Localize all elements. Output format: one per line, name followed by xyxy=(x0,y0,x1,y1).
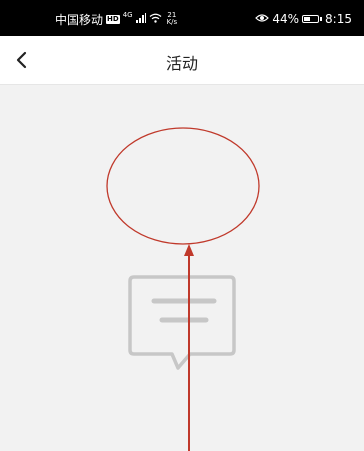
annotation-overlay xyxy=(106,127,260,451)
annotation-arrow-head xyxy=(184,244,194,256)
annotation-circle xyxy=(106,127,260,245)
